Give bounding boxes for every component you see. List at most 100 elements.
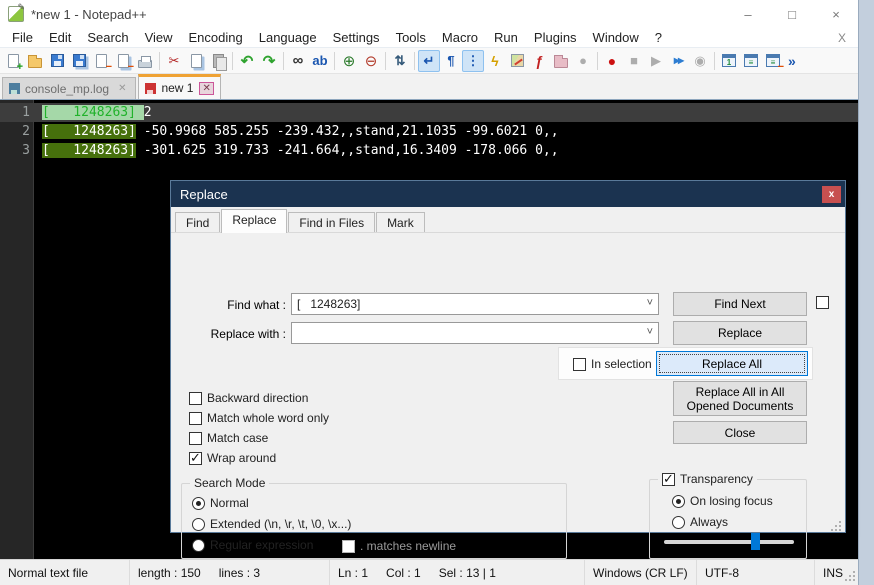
- toolbar: ✂ ↶ ↷ ∞ ab ⊕ ⊖ ⇅ ↵ ¶ ⋮ ϟ ƒ ● ● ■ ▶ ▶▶ ◉ …: [0, 48, 858, 74]
- menu-edit[interactable]: Edit: [41, 28, 79, 47]
- toolbar-separator: [159, 51, 160, 70]
- print-icon[interactable]: [134, 50, 156, 72]
- play-macro-icon[interactable]: ▶: [645, 50, 667, 72]
- export-one-icon[interactable]: 1: [718, 50, 740, 72]
- save-macro-icon[interactable]: ◉: [689, 50, 711, 72]
- replace-button[interactable]: Replace: [673, 321, 807, 345]
- menu-encoding[interactable]: Encoding: [181, 28, 251, 47]
- tab-console-mp-log[interactable]: console_mp.log ✕: [2, 77, 137, 99]
- close-dialog-button[interactable]: Close: [673, 421, 807, 444]
- close-all-docs-icon[interactable]: [112, 50, 134, 72]
- editor-scrollbar[interactable]: [858, 0, 874, 585]
- search-mode-legend: Search Mode: [190, 476, 270, 490]
- match-case-checkbox[interactable]: Match case: [189, 431, 268, 445]
- chevron-down-icon[interactable]: ˅: [647, 297, 653, 309]
- replace-icon[interactable]: ab: [309, 50, 331, 72]
- menu-language[interactable]: Language: [251, 28, 325, 47]
- menu-run[interactable]: Run: [486, 28, 526, 47]
- search-mode-regex-radio[interactable]: Regular expression: [192, 538, 313, 552]
- wrap-around-checkbox[interactable]: Wrap around: [189, 450, 276, 466]
- menu-tools[interactable]: Tools: [388, 28, 434, 47]
- search-mode-normal-radio[interactable]: Normal: [192, 496, 249, 510]
- monitoring-icon[interactable]: ●: [572, 50, 594, 72]
- close-document-x-icon[interactable]: X: [834, 31, 850, 45]
- maximize-button[interactable]: □: [770, 0, 814, 28]
- cut-icon[interactable]: ✂: [163, 50, 185, 72]
- find-next-mode-checkbox[interactable]: [816, 296, 834, 309]
- stop-macro-icon[interactable]: ■: [623, 50, 645, 72]
- eol-format-status[interactable]: Windows (CR LF): [585, 560, 697, 585]
- record-macro-icon[interactable]: ●: [601, 50, 623, 72]
- menu-window[interactable]: Window: [585, 28, 647, 47]
- paste-icon[interactable]: [207, 50, 229, 72]
- menu-search[interactable]: Search: [79, 28, 136, 47]
- function-list-icon[interactable]: ƒ: [528, 50, 550, 72]
- replace-all-opened-button[interactable]: Replace All in All Opened Documents: [673, 381, 807, 416]
- transparency-slider[interactable]: [664, 533, 794, 550]
- word-wrap-icon[interactable]: ↵: [418, 49, 440, 72]
- folder-workspace-icon[interactable]: [550, 50, 572, 72]
- tab-close-icon[interactable]: ✕: [199, 81, 214, 95]
- matches-newline-checkbox[interactable]: . matches newline: [342, 539, 456, 553]
- editor-line[interactable]: 1 [ 1248263] 2: [0, 103, 858, 122]
- matches-newline-label: . matches newline: [360, 539, 457, 553]
- dialog-close-icon[interactable]: x: [822, 185, 841, 203]
- close-doc-icon[interactable]: [90, 50, 112, 72]
- window-resize-grip[interactable]: [845, 571, 855, 581]
- always-radio[interactable]: Always: [672, 515, 728, 529]
- match-case-label: Match case: [207, 431, 269, 445]
- find-next-button[interactable]: Find Next: [673, 292, 807, 316]
- menu-plugins[interactable]: Plugins: [526, 28, 585, 47]
- menu-settings[interactable]: Settings: [325, 28, 388, 47]
- find-icon[interactable]: ∞: [287, 50, 309, 72]
- tab-mark[interactable]: Mark: [376, 212, 425, 232]
- show-all-chars-icon[interactable]: ¶: [440, 50, 462, 72]
- export-lines-icon[interactable]: ≡: [740, 50, 762, 72]
- replace-all-button[interactable]: Replace All: [656, 351, 808, 376]
- zoom-in-icon[interactable]: ⊕: [338, 50, 360, 72]
- match-whole-word-checkbox[interactable]: Match whole word only: [189, 411, 329, 425]
- export-remove-icon[interactable]: ≡: [762, 50, 784, 73]
- undo-icon[interactable]: ↶: [236, 50, 258, 72]
- menu-macro[interactable]: Macro: [434, 28, 486, 47]
- tab-find-in-files[interactable]: Find in Files: [288, 212, 376, 232]
- replace-with-input[interactable]: ˅: [291, 322, 659, 344]
- new-file-icon[interactable]: [2, 50, 24, 72]
- save-all-icon[interactable]: [68, 50, 90, 72]
- editor-line[interactable]: 3 [ 1248263] -301.625 319.733 -241.664,,…: [0, 141, 858, 160]
- tab-close-icon[interactable]: ✕: [115, 82, 129, 95]
- save-icon[interactable]: [46, 50, 68, 72]
- toolbar-overflow-chevron[interactable]: »: [788, 53, 796, 69]
- tab-find[interactable]: Find: [175, 212, 221, 232]
- find-what-input[interactable]: [ 1248263] ˅: [291, 293, 659, 315]
- in-selection-checkbox[interactable]: In selection: [573, 357, 652, 371]
- search-mode-extended-radio[interactable]: Extended (\n, \r, \t, \0, \x...): [192, 517, 351, 531]
- open-folder-icon[interactable]: [24, 50, 46, 72]
- on-losing-focus-radio[interactable]: On losing focus: [672, 494, 773, 508]
- highlighted-match-text: [ 1248263]: [42, 124, 136, 139]
- close-button[interactable]: ×: [814, 0, 858, 28]
- run-macro-multi-icon[interactable]: ▶▶: [667, 50, 689, 72]
- encoding-status[interactable]: UTF-8: [697, 560, 815, 585]
- redo-icon[interactable]: ↷: [258, 50, 280, 72]
- transparency-slider-thumb[interactable]: [751, 533, 761, 550]
- dialog-title-bar[interactable]: Replace x: [171, 181, 845, 207]
- minimize-button[interactable]: –: [726, 0, 770, 28]
- dialog-resize-grip[interactable]: [831, 521, 841, 531]
- menu-file[interactable]: File: [4, 28, 41, 47]
- backward-direction-checkbox[interactable]: Backward direction: [189, 391, 308, 405]
- copy-icon[interactable]: [185, 50, 207, 72]
- sync-scroll-icon[interactable]: ⇅: [389, 50, 411, 72]
- toolbar-separator: [385, 51, 386, 70]
- tab-replace[interactable]: Replace: [221, 209, 288, 233]
- chevron-down-icon[interactable]: ˅: [647, 326, 653, 338]
- editor-line[interactable]: 2 [ 1248263] -50.9968 585.255 -239.432,,…: [0, 122, 858, 141]
- tab-new-1[interactable]: new 1 ✕: [138, 74, 221, 99]
- menu-help[interactable]: ?: [647, 28, 670, 47]
- function-completion-icon[interactable]: ϟ: [484, 50, 506, 72]
- document-map-icon[interactable]: [506, 50, 528, 72]
- zoom-out-icon[interactable]: ⊖: [360, 50, 382, 72]
- menu-view[interactable]: View: [137, 28, 181, 47]
- transparency-checkbox[interactable]: Transparency: [658, 471, 757, 487]
- indent-guide-icon[interactable]: ⋮: [462, 49, 484, 72]
